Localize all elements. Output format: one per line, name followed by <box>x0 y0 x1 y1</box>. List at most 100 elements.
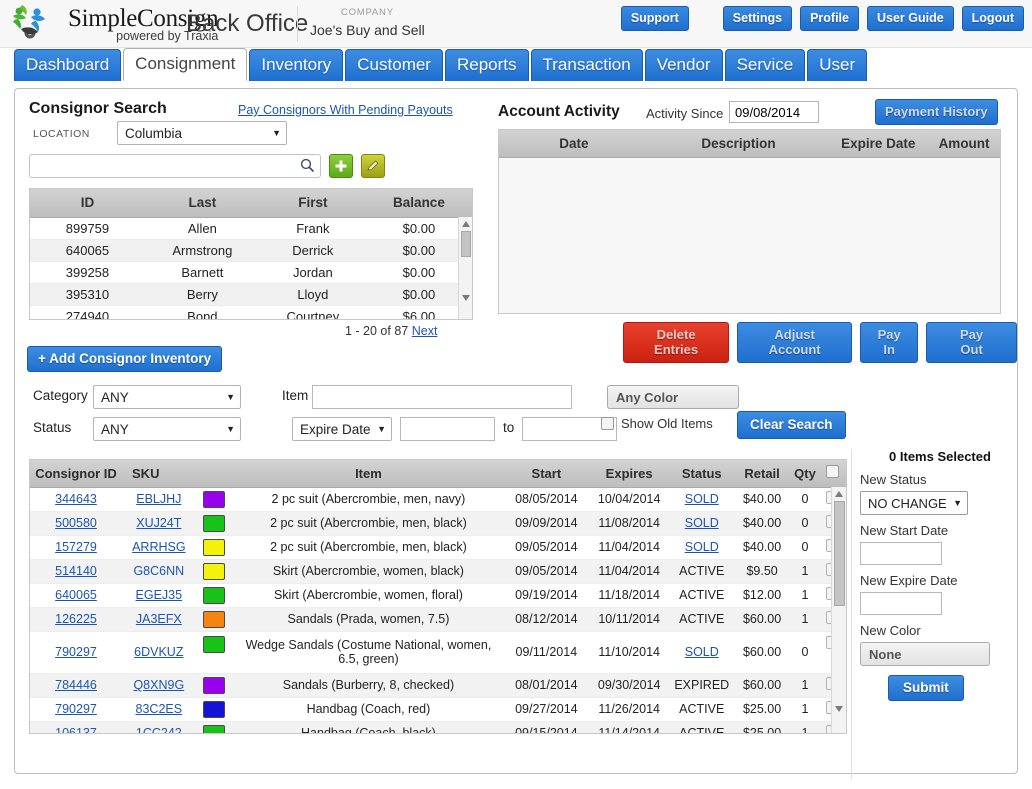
consignor-id-link[interactable]: 784446 <box>55 678 97 692</box>
pay-out-button[interactable]: Pay Out <box>926 322 1017 363</box>
col-retail[interactable]: Retail <box>733 460 791 488</box>
consignor-id-link[interactable]: 640065 <box>55 588 97 602</box>
status-link[interactable]: SOLD <box>685 540 719 554</box>
new-expire-date-input[interactable] <box>860 592 942 615</box>
item-filter-input[interactable] <box>312 385 572 409</box>
new-color-select[interactable]: None <box>860 642 990 666</box>
tab-dashboard[interactable]: Dashboard <box>14 49 122 81</box>
table-row[interactable]: 399258 Barnett Jordan $0.00 <box>30 261 472 283</box>
tab-user[interactable]: User <box>807 49 868 81</box>
tab-consignment[interactable]: Consignment <box>123 48 248 81</box>
sku-link[interactable]: Q8XN9G <box>133 678 184 692</box>
location-select[interactable]: Columbia ▼ <box>117 121 287 145</box>
date-from-input[interactable] <box>400 417 495 441</box>
delete-entries-button[interactable]: Delete Entries <box>623 322 730 363</box>
clear-search-button[interactable]: Clear Search <box>737 411 846 439</box>
scroll-down-icon[interactable] <box>835 706 843 712</box>
col-description[interactable]: Description <box>649 136 829 151</box>
support-button[interactable]: Support <box>620 6 689 31</box>
consignor-id-link[interactable]: 106137 <box>55 726 97 733</box>
status-link[interactable]: SOLD <box>685 645 719 659</box>
consignor-pager-next[interactable]: Next <box>412 324 438 338</box>
table-row[interactable]: 790297 83C2ES Handbag (Coach, red) 09/27… <box>30 697 846 721</box>
add-consignor-button[interactable] <box>329 154 353 178</box>
table-row[interactable]: 157279 ARRHSG 2 pc suit (Abercrombie, me… <box>30 535 846 559</box>
col-consignor-id[interactable]: Consignor ID <box>30 460 123 488</box>
payment-history-button[interactable]: Payment History <box>875 99 998 125</box>
any-color-select[interactable]: Any Color <box>607 385 739 409</box>
tab-reports[interactable]: Reports <box>444 49 529 81</box>
status-select[interactable]: ANY ▼ <box>93 417 241 441</box>
tab-service[interactable]: Service <box>724 49 806 81</box>
scroll-up-icon[interactable] <box>461 221 470 227</box>
col-amount[interactable]: Amount <box>928 136 1000 151</box>
col-expire-date[interactable]: Expire Date <box>828 136 928 151</box>
col-sku[interactable]: SKU <box>122 460 233 488</box>
sku-link[interactable]: G8C6NN <box>133 564 184 578</box>
sku-link[interactable]: 1CC242 <box>136 726 182 733</box>
sku-link[interactable]: XUJ24T <box>136 516 181 530</box>
status-link[interactable]: SOLD <box>685 516 719 530</box>
consignor-id-link[interactable]: 157279 <box>55 540 97 554</box>
table-row[interactable]: 790297 6DVKUZ Wedge Sandals (Costume Nat… <box>30 631 846 673</box>
col-start[interactable]: Start <box>504 460 589 488</box>
col-id[interactable]: ID <box>30 189 145 218</box>
col-last[interactable]: Last <box>144 189 260 218</box>
consignor-id-link[interactable]: 790297 <box>55 645 97 659</box>
items-table-scrollbar[interactable] <box>831 487 846 733</box>
consignor-table-scrollbar[interactable] <box>458 217 472 319</box>
category-select[interactable]: ANY ▼ <box>93 385 241 409</box>
table-row[interactable]: 640065 Armstrong Derrick $0.00 <box>30 239 472 261</box>
submit-button[interactable]: Submit <box>888 675 964 701</box>
new-status-select[interactable]: NO CHANGE ▼ <box>860 491 968 515</box>
sku-link[interactable]: 83C2ES <box>136 702 183 716</box>
logout-button[interactable]: Logout <box>961 6 1024 31</box>
table-row[interactable]: 640065 EGEJ35 Skirt (Abercrombie, women,… <box>30 583 846 607</box>
table-row[interactable]: 514140 G8C6NN Skirt (Abercrombie, women,… <box>30 559 846 583</box>
settings-button[interactable]: Settings <box>722 6 793 31</box>
consignor-id-link[interactable]: 344643 <box>55 492 97 506</box>
tab-transaction[interactable]: Transaction <box>530 49 643 81</box>
scroll-down-icon[interactable] <box>461 295 470 301</box>
profile-button[interactable]: Profile <box>800 6 859 31</box>
col-first[interactable]: First <box>259 189 366 218</box>
tab-vendor[interactable]: Vendor <box>644 49 723 81</box>
table-row[interactable]: 395310 Berry Lloyd $0.00 <box>30 283 472 305</box>
col-balance[interactable]: Balance <box>365 189 472 218</box>
pay-consignors-link[interactable]: Pay Consignors With Pending Payouts <box>238 103 453 117</box>
consignor-search-input[interactable] <box>29 154 321 178</box>
col-status[interactable]: Status <box>670 460 734 488</box>
consignor-id-link[interactable]: 514140 <box>55 564 97 578</box>
activity-since-input[interactable] <box>729 101 819 123</box>
adjust-account-button[interactable]: Adjust Account <box>737 322 853 363</box>
col-expires[interactable]: Expires <box>588 460 671 488</box>
consignor-id-link[interactable]: 126225 <box>55 612 97 626</box>
col-date[interactable]: Date <box>499 136 649 151</box>
add-consignor-inventory-button[interactable]: + Add Consignor Inventory <box>27 346 223 372</box>
table-row[interactable]: 899759 Allen Frank $0.00 <box>30 217 472 239</box>
table-row[interactable]: 126225 JA3EFX Sandals (Prada, women, 7.5… <box>30 607 846 631</box>
tab-customer[interactable]: Customer <box>345 49 443 81</box>
col-item[interactable]: Item <box>232 460 505 488</box>
scrollbar-thumb[interactable] <box>833 501 845 606</box>
sku-link[interactable]: 6DVKUZ <box>134 645 183 659</box>
table-row[interactable]: 500580 XUJ24T 2 pc suit (Abercrombie, me… <box>30 511 846 535</box>
col-qty[interactable]: Qty <box>790 460 820 488</box>
scrollbar-thumb[interactable] <box>460 231 471 257</box>
table-row[interactable]: 106137 1CC242 Handbag (Coach, black) 09/… <box>30 721 846 733</box>
sku-link[interactable]: EBLJHJ <box>136 492 181 506</box>
status-link[interactable]: SOLD <box>685 492 719 506</box>
tab-inventory[interactable]: Inventory <box>249 49 344 81</box>
pay-in-button[interactable]: Pay In <box>860 322 919 363</box>
show-old-items-checkbox[interactable] <box>601 417 614 430</box>
table-row[interactable]: 274940 Bond Courtney $6.00 <box>30 305 472 320</box>
edit-consignor-button[interactable] <box>361 154 385 178</box>
date-type-select[interactable]: Expire Date ▼ <box>292 417 392 441</box>
consignor-id-link[interactable]: 790297 <box>55 702 97 716</box>
sku-link[interactable]: JA3EFX <box>136 612 182 626</box>
sku-link[interactable]: ARRHSG <box>132 540 185 554</box>
user-guide-button[interactable]: User Guide <box>866 6 954 31</box>
table-row[interactable]: 784446 Q8XN9G Sandals (Burberry, 8, chec… <box>30 673 846 697</box>
select-all-checkbox[interactable] <box>826 465 840 479</box>
consignor-id-link[interactable]: 500580 <box>55 516 97 530</box>
